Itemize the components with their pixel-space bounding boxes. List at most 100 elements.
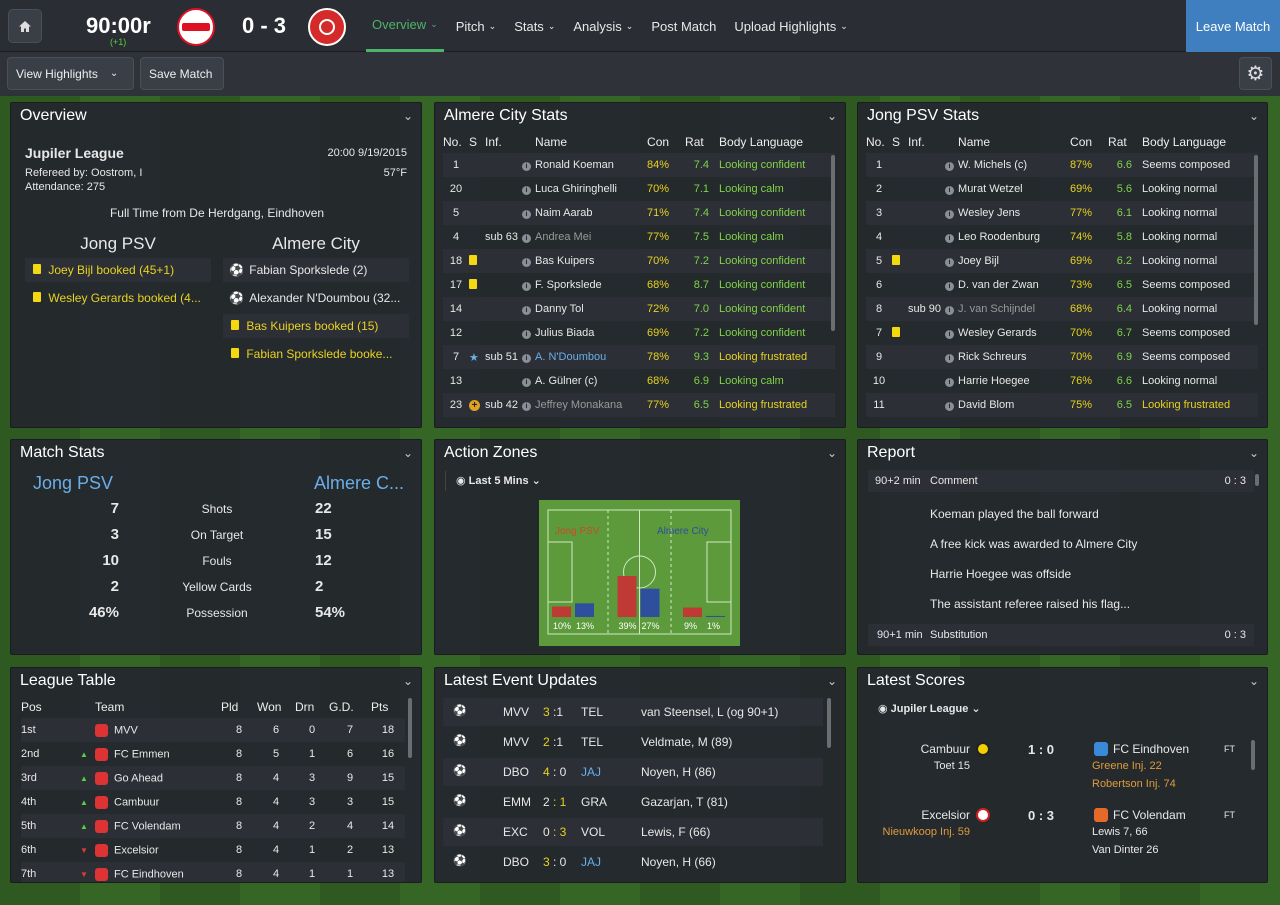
player-name[interactable]: A. N'Doumbou xyxy=(535,345,647,369)
player-name[interactable]: D. van der Zwan xyxy=(958,273,1070,297)
info-icon[interactable]: i xyxy=(522,162,532,171)
player-row[interactable]: 5 i Naim Aarab 71% 7.4 Looking confident xyxy=(443,201,835,225)
info-icon[interactable]: i xyxy=(945,378,955,387)
league-filter-dropdown[interactable]: ◉ Jupiler League ⌄ xyxy=(878,702,981,715)
save-match-button[interactable]: Save Match xyxy=(140,57,224,90)
player-name[interactable]: Joey Bijl xyxy=(958,249,1070,273)
info-icon[interactable]: i xyxy=(522,258,532,267)
event-row[interactable]: ⚽ DBO 4: 0 JAJ Noyen, H (86) xyxy=(443,758,823,786)
info-icon[interactable]: i xyxy=(945,354,955,363)
info-icon[interactable]: i xyxy=(522,234,532,243)
team-cell[interactable]: MVV xyxy=(95,718,221,742)
scrollbar[interactable] xyxy=(1254,155,1258,325)
table-row[interactable]: 1st MVV 8 6 0 7 18 xyxy=(21,718,405,742)
chevron-down-icon[interactable]: ⌄ xyxy=(827,109,837,123)
chevron-down-icon[interactable]: ⌄ xyxy=(1249,674,1259,688)
nav-upload-highlights[interactable]: Upload Highlights ⌄ xyxy=(728,0,853,52)
team-cell[interactable]: Excelsior xyxy=(95,838,221,862)
player-row[interactable]: 12 i Julius Biada 69% 7.2 Looking confident xyxy=(443,321,835,345)
chevron-down-icon[interactable]: ⌄ xyxy=(1249,446,1259,460)
event-row[interactable]: ⚽ EMM 2: 1 GRA Gazarjan, T (81) xyxy=(443,788,823,816)
scrollbar[interactable] xyxy=(408,698,412,758)
chevron-down-icon[interactable]: ⌄ xyxy=(827,446,837,460)
player-row[interactable]: 8 sub 90 i J. van Schijndel 68% 6.4 Looking no… xyxy=(866,297,1258,321)
player-row[interactable]: 11 i David Blom 75% 6.5 Looking frustrated xyxy=(866,393,1258,417)
table-row[interactable]: 6th ▼ Excelsior 8 4 1 2 13 xyxy=(21,838,405,862)
player-row[interactable]: 18 i Bas Kuipers 70% 7.2 Looking confident xyxy=(443,249,835,273)
player-row[interactable]: 7 ★ sub 51 i A. N'Doumbou 78% 9.3 Looking frust… xyxy=(443,345,835,369)
table-row[interactable]: 5th ▲ FC Volendam 8 4 2 4 14 xyxy=(21,814,405,838)
team-cell[interactable]: FC Volendam xyxy=(95,814,221,838)
chevron-down-icon[interactable]: ⌄ xyxy=(827,674,837,688)
player-row[interactable]: 23 + sub 42 i Jeffrey Monakana 77% 6.5 Looking … xyxy=(443,393,835,417)
info-icon[interactable]: i xyxy=(522,186,532,195)
player-name[interactable]: Wesley Jens xyxy=(958,201,1070,225)
player-name[interactable]: Naim Aarab xyxy=(535,201,647,225)
player-row[interactable]: 1 i W. Michels (c) 87% 6.6 Seems composed xyxy=(866,153,1258,177)
scrollbar[interactable] xyxy=(1255,474,1259,486)
info-icon[interactable]: i xyxy=(945,210,955,219)
player-row[interactable]: 7 i Wesley Gerards 70% 6.7 Seems composed xyxy=(866,321,1258,345)
info-icon[interactable]: i xyxy=(522,378,532,387)
score-row[interactable]: Excelsior 0 : 3 FC Volendam FT Nieuwkoop Inj… xyxy=(858,808,1248,870)
event-row[interactable]: ⚽ MVV 2:1 TEL Veldmate, M (89) xyxy=(443,728,823,756)
info-icon[interactable]: i xyxy=(522,282,532,291)
player-row[interactable]: 13 i A. Gülner (c) 68% 6.9 Looking calm xyxy=(443,369,835,393)
player-name[interactable]: J. van Schijndel xyxy=(958,297,1070,321)
info-icon[interactable]: i xyxy=(945,282,955,291)
info-icon[interactable]: i xyxy=(945,234,955,243)
score-row[interactable]: Cambuur 1 : 0 FC Eindhoven FT Toet 15 Greene … xyxy=(858,742,1248,804)
player-name[interactable]: Ronald Koeman xyxy=(535,153,647,177)
info-icon[interactable]: i xyxy=(945,330,955,339)
player-row[interactable]: 1 i Ronald Koeman 84% 7.4 Looking confident xyxy=(443,153,835,177)
player-name[interactable]: Julius Biada xyxy=(535,321,647,345)
team-cell[interactable]: FC Emmen xyxy=(95,742,221,766)
time-filter-dropdown[interactable]: ◉ Last 5 Mins ⌄ xyxy=(445,471,551,491)
info-icon[interactable]: i xyxy=(945,258,955,267)
player-name[interactable]: David Blom xyxy=(958,393,1070,417)
nav-pitch[interactable]: Pitch ⌄ xyxy=(450,0,502,52)
player-name[interactable]: Jeffrey Monakana xyxy=(535,393,647,417)
player-row[interactable]: 10 i Harrie Hoegee 76% 6.6 Looking normal xyxy=(866,369,1258,393)
table-row[interactable]: 4th ▲ Cambuur 8 4 3 3 15 xyxy=(21,790,405,814)
info-icon[interactable]: i xyxy=(522,402,532,411)
team-cell[interactable]: FC Eindhoven xyxy=(95,862,221,882)
player-row[interactable]: 4 sub 63 i Andrea Mei 77% 7.5 Looking calm xyxy=(443,225,835,249)
scrollbar[interactable] xyxy=(1251,740,1255,770)
nav-stats[interactable]: Stats ⌄ xyxy=(508,0,561,52)
player-row[interactable]: 3 i Wesley Jens 77% 6.1 Looking normal xyxy=(866,201,1258,225)
event-row[interactable]: ⚽ DBO 3: 0 JAJ Noyen, H (66) xyxy=(443,848,823,876)
player-row[interactable]: 5 i Joey Bijl 69% 6.2 Looking normal xyxy=(866,249,1258,273)
table-row[interactable]: 3rd ▲ Go Ahead 8 4 3 9 15 xyxy=(21,766,405,790)
player-name[interactable]: Leo Roodenburg xyxy=(958,225,1070,249)
player-name[interactable]: A. Gülner (c) xyxy=(535,369,647,393)
player-name[interactable]: W. Michels (c) xyxy=(958,153,1070,177)
scrollbar[interactable] xyxy=(831,155,835,331)
info-icon[interactable]: i xyxy=(945,402,955,411)
leave-match-button[interactable]: Leave Match xyxy=(1186,0,1280,52)
nav-post-match[interactable]: Post Match xyxy=(645,0,722,52)
event-row[interactable]: ⚽ MVV 3:1 TEL van Steensel, L (og 90+1) xyxy=(443,698,823,726)
team-cell[interactable]: Cambuur xyxy=(95,790,221,814)
settings-gear-button[interactable]: ⚙ xyxy=(1239,57,1272,90)
chevron-down-icon[interactable]: ⌄ xyxy=(403,446,413,460)
player-name[interactable]: Harrie Hoegee xyxy=(958,369,1070,393)
player-name[interactable]: Bas Kuipers xyxy=(535,249,647,273)
player-row[interactable]: 9 i Rick Schreurs 70% 6.9 Seems composed xyxy=(866,345,1258,369)
player-name[interactable]: Luca Ghiringhelli xyxy=(535,177,647,201)
scrollbar[interactable] xyxy=(827,698,831,748)
player-row[interactable]: 2 i Murat Wetzel 69% 5.6 Looking normal xyxy=(866,177,1258,201)
team-cell[interactable]: Go Ahead xyxy=(95,766,221,790)
player-name[interactable]: Wesley Gerards xyxy=(958,321,1070,345)
player-row[interactable]: 17 i F. Sporkslede 68% 8.7 Looking confident xyxy=(443,273,835,297)
player-row[interactable]: 20 i Luca Ghiringhelli 70% 7.1 Looking calm xyxy=(443,177,835,201)
player-name[interactable]: Murat Wetzel xyxy=(958,177,1070,201)
info-icon[interactable]: i xyxy=(522,330,532,339)
home-button[interactable] xyxy=(8,9,42,43)
info-icon[interactable]: i xyxy=(945,162,955,171)
player-name[interactable]: Danny Tol xyxy=(535,297,647,321)
nav-analysis[interactable]: Analysis ⌄ xyxy=(567,0,639,52)
player-row[interactable]: 6 i D. van der Zwan 73% 6.5 Seems composed xyxy=(866,273,1258,297)
player-name[interactable]: Andrea Mei xyxy=(535,225,647,249)
info-icon[interactable]: i xyxy=(945,306,955,315)
